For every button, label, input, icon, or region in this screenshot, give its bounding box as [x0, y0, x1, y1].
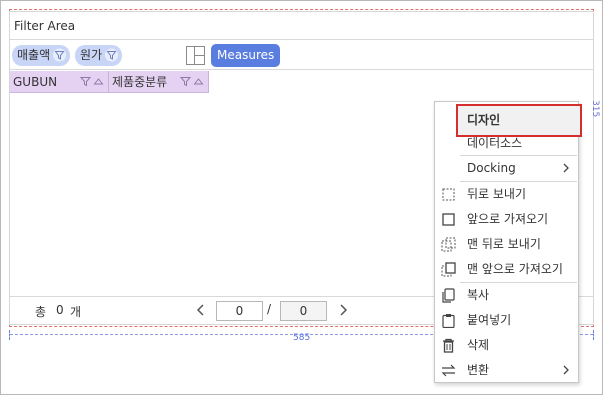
menu-item-label: 디자인: [467, 113, 501, 127]
chevron-right-icon[interactable]: [336, 303, 350, 317]
menu-item-bring-to-front[interactable]: 맨 앞으로 가져오기: [435, 257, 578, 282]
column-header-label: GUBUN: [13, 75, 58, 89]
bring-forward-icon: [442, 213, 455, 226]
field-bar: 매출액 원가 Measures: [10, 41, 593, 70]
chevron-left-icon[interactable]: [194, 303, 208, 317]
menu-item-label: 앞으로 가져오기: [467, 212, 549, 226]
menu-item-datasource[interactable]: 데이터소스: [435, 131, 578, 156]
send-backward-icon: [442, 188, 455, 201]
filter-area[interactable]: Filter Area: [10, 12, 593, 40]
menu-item-label: 복사: [467, 288, 490, 302]
trash-icon: [443, 338, 454, 353]
menu-item-copy[interactable]: 복사: [435, 283, 578, 308]
menu-item-label: 변환: [467, 363, 490, 377]
field-chip-label: 원가: [80, 48, 103, 62]
send-to-back-icon: [441, 237, 456, 252]
menu-item-send-backward[interactable]: 뒤로 보내기: [435, 182, 578, 207]
width-dimension-label: 585: [293, 333, 311, 343]
filter-area-label: Filter Area: [14, 19, 76, 33]
filter-icon[interactable]: [105, 48, 119, 62]
total-pages: 0: [280, 301, 327, 321]
menu-item-send-to-back[interactable]: 맨 뒤로 보내기: [435, 232, 578, 257]
page-separator: /: [267, 302, 272, 316]
menu-item-convert[interactable]: 변환: [435, 358, 578, 383]
convert-icon: [441, 364, 456, 377]
paste-icon: [442, 314, 455, 328]
menu-item-paste[interactable]: 붙여넣기: [435, 308, 578, 333]
menu-item-label: Docking: [467, 161, 516, 175]
sort-up-icon[interactable]: [93, 76, 104, 87]
height-dimension-label: 315: [590, 100, 600, 118]
total-unit: 개: [70, 305, 82, 319]
field-chip-label: 매출액: [17, 48, 51, 62]
context-menu: 디자인 데이터소스 Docking 뒤로 보내기 앞으로 가져오기 맨 뒤로 보…: [434, 101, 582, 383]
total-count: 0: [56, 303, 64, 317]
menu-item-label: 맨 뒤로 보내기: [467, 237, 541, 251]
column-header-gubun[interactable]: GUBUN: [10, 71, 109, 93]
menu-item-docking[interactable]: Docking: [435, 156, 578, 181]
menu-item-label: 붙여넣기: [467, 313, 512, 327]
menu-item-delete[interactable]: 삭제: [435, 333, 578, 358]
layout-icon[interactable]: [186, 46, 205, 65]
page-input[interactable]: 0: [216, 301, 263, 321]
filter-icon[interactable]: [53, 48, 67, 62]
menu-item-bring-forward[interactable]: 앞으로 가져오기: [435, 207, 578, 232]
column-header-label: 제품중분류: [112, 75, 168, 89]
chevron-right-icon: [563, 365, 569, 375]
column-header-product-category[interactable]: 제품중분류: [109, 71, 209, 93]
filter-icon[interactable]: [80, 76, 91, 87]
menu-item-label: 삭제: [467, 338, 490, 352]
bring-to-front-icon: [441, 262, 456, 277]
field-chip-cost[interactable]: 원가: [75, 45, 123, 66]
menu-item-label: 데이터소스: [467, 136, 523, 150]
filter-icon[interactable]: [180, 76, 191, 87]
chevron-right-icon: [563, 163, 569, 173]
sort-up-icon[interactable]: [193, 76, 204, 87]
field-chip-sales[interactable]: 매출액: [12, 45, 71, 66]
copy-icon: [442, 288, 455, 303]
total-label: 총: [35, 305, 47, 319]
measures-button[interactable]: Measures: [211, 44, 281, 67]
menu-item-label: 뒤로 보내기: [467, 187, 527, 201]
menu-item-label: 맨 앞으로 가져오기: [467, 262, 563, 276]
